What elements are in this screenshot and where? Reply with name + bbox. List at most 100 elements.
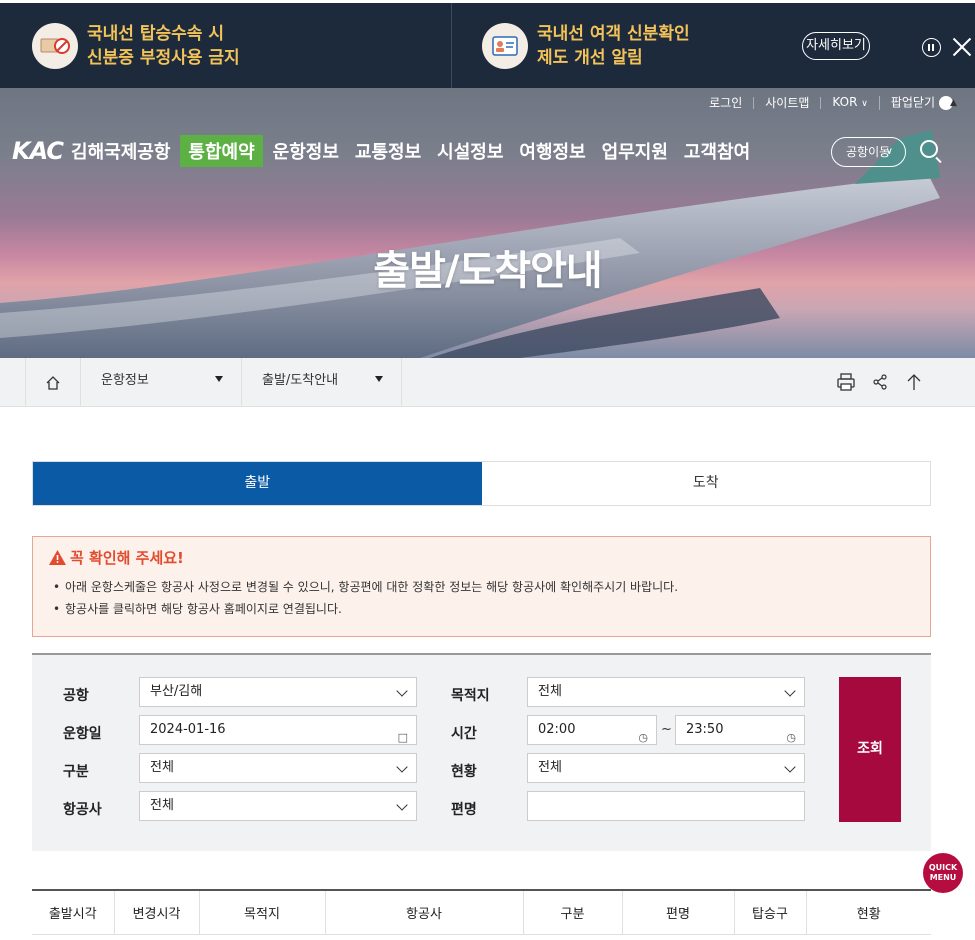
global-nav: KAC 김해국제공항 통합예약 운항정보 교통정보 시설정보 여행정보 업무지원… [12, 134, 758, 168]
quick-menu-line2: MENU [929, 873, 957, 882]
date-input[interactable]: 2024-01-16 □ [139, 715, 417, 745]
calendar-icon[interactable]: □ [398, 724, 408, 752]
type-select[interactable]: 전체 [139, 753, 417, 783]
clock-icon[interactable]: ◷ [786, 724, 796, 752]
menu-business-support[interactable]: 업무지원 [594, 135, 676, 167]
time-from-value: 02:00 [538, 722, 576, 737]
id-card-ban-icon [32, 22, 78, 69]
col-departure-time[interactable]: 출발시각 [32, 890, 114, 935]
airport-label: 공항 [63, 688, 89, 704]
flight-tabs: 출발 도착 [32, 461, 931, 506]
type-label: 구분 [63, 764, 89, 780]
chevron-down-icon [396, 761, 408, 773]
quick-menu-line1: QUICK [928, 863, 958, 872]
menu-transport-info[interactable]: 교통정보 [347, 135, 429, 167]
destination-select[interactable]: 전체 [527, 677, 805, 707]
chevron-down-icon [396, 685, 408, 697]
popup-close-link[interactable]: 팝업닫기 ▲ [880, 95, 957, 110]
chevron-down-icon [396, 799, 408, 811]
pause-icon[interactable] [922, 38, 941, 57]
language-label: KOR [832, 95, 858, 109]
time-to-input[interactable]: 23:50 ◷ [675, 715, 805, 745]
col-flight-number[interactable]: 편명 [621, 890, 734, 935]
flight-number-label: 편명 [451, 802, 477, 818]
chevron-down-icon [784, 685, 796, 697]
close-icon[interactable] [950, 35, 974, 59]
notice-box: 꼭 확인해 주세요! 아래 운항스케줄은 항공사 사정으로 변경될 수 있으니,… [32, 536, 931, 637]
flight-search-form: 공항 부산/김해 운항일 2024-01-16 □ 구분 전체 항공사 전체 목… [32, 653, 931, 851]
airline-select[interactable]: 전체 [139, 791, 417, 821]
popup-more-button[interactable]: 자세히보기 [802, 32, 870, 60]
notice-title: 꼭 확인해 주세요! [70, 549, 184, 567]
arrow-up-icon[interactable] [904, 372, 924, 392]
popup-item-id-misuse[interactable]: 국내선 탑승수속 시 신분증 부정사용 금지 [32, 3, 240, 88]
search-icon[interactable] [920, 140, 938, 158]
sitemap-link[interactable]: 사이트맵 [754, 97, 822, 109]
airport-move-label: 공항이동 [846, 145, 891, 159]
search-button[interactable]: 조회 [839, 677, 901, 822]
notice-item: 아래 운항스케줄은 항공사 사정으로 변경될 수 있으니, 항공편에 대한 정확… [49, 576, 914, 598]
page-tools [836, 372, 924, 392]
status-select[interactable]: 전체 [527, 753, 805, 783]
menu-travel-info[interactable]: 여행정보 [511, 135, 593, 167]
time-to-value: 23:50 [686, 722, 724, 737]
menu-flight-info[interactable]: 운항정보 [265, 135, 347, 167]
status-label: 현황 [451, 764, 477, 780]
breadcrumb-level1-label: 운항정보 [101, 373, 149, 388]
airport-move-button[interactable]: 공항이동 ∨ [831, 137, 906, 167]
col-type[interactable]: 구분 [522, 890, 622, 935]
chevron-down-icon: ∨ [861, 99, 868, 109]
clock-icon[interactable]: ◷ [638, 724, 648, 752]
date-label: 운항일 [63, 726, 102, 742]
time-from-input[interactable]: 02:00 ◷ [527, 715, 657, 745]
menu-facility-info[interactable]: 시설정보 [429, 135, 511, 167]
popup-banner: 국내선 탑승수속 시 신분증 부정사용 금지 국내선 여객 신분확인 제도 개선… [0, 0, 975, 88]
popup-divider [451, 3, 452, 88]
utility-nav: 로그인 사이트맵 KOR ∨ 팝업닫기 ▲ [698, 95, 957, 110]
kac-logo[interactable]: KAC [12, 137, 64, 165]
destination-label: 목적지 [451, 688, 490, 704]
menu-customer[interactable]: 고객참여 [676, 135, 758, 167]
breadcrumb-level1[interactable]: 운항정보 [81, 358, 242, 407]
col-status[interactable]: 현황 [805, 890, 931, 935]
col-changed-time[interactable]: 변경시각 [113, 890, 199, 935]
status-value: 전체 [538, 760, 562, 775]
home-icon[interactable] [25, 358, 81, 407]
print-icon[interactable] [836, 372, 856, 392]
airport-name[interactable]: 김해국제공항 [71, 138, 170, 164]
warning-icon [49, 550, 66, 565]
type-value: 전체 [150, 760, 174, 775]
notice-item: 항공사를 클릭하면 해당 항공사 홈페이지로 연결됩니다. [49, 598, 914, 620]
popup-item2-line2: 제도 개선 알림 [537, 47, 643, 68]
breadcrumb-level2[interactable]: 출발/도착안내 [242, 358, 402, 407]
airport-value: 부산/김해 [150, 684, 203, 699]
share-icon[interactable] [870, 372, 890, 392]
breadcrumb-level2-label: 출발/도착안내 [262, 373, 339, 388]
flight-number-input[interactable] [527, 791, 805, 821]
hero-visual: 로그인 사이트맵 KOR ∨ 팝업닫기 ▲ KAC 김해국제공항 통합예약 운항정… [0, 88, 975, 358]
destination-value: 전체 [538, 684, 562, 699]
tab-arrival[interactable]: 도착 [481, 462, 930, 505]
chevron-down-icon [784, 761, 796, 773]
col-destination[interactable]: 목적지 [198, 890, 325, 935]
quick-menu-button[interactable]: QUICK MENU [923, 853, 963, 893]
menu-integrated-booking[interactable]: 통합예약 [180, 135, 263, 167]
airplane-wing-image [0, 130, 940, 358]
date-value: 2024-01-16 [150, 722, 226, 737]
time-separator: ~ [661, 722, 672, 737]
col-airline[interactable]: 항공사 [324, 890, 523, 935]
popup-close-label: 팝업닫기 [890, 95, 935, 110]
popup-item1-line1: 국내선 탑승수속 시 [87, 23, 224, 44]
airline-value: 전체 [150, 798, 174, 813]
chevron-down-icon: ∨ [885, 146, 893, 157]
col-gate[interactable]: 탑승구 [733, 890, 806, 935]
popup-item-id-verify[interactable]: 국내선 여객 신분확인 제도 개선 알림 [482, 3, 690, 88]
tab-departure[interactable]: 출발 [33, 462, 482, 505]
page-title: 출발/도착안내 [373, 248, 602, 294]
id-card-icon [482, 22, 528, 69]
time-label: 시간 [451, 726, 477, 742]
language-select[interactable]: KOR ∨ [821, 95, 880, 110]
airport-select[interactable]: 부산/김해 [139, 677, 417, 707]
chevron-up-icon: ▲ [939, 96, 957, 110]
login-link[interactable]: 로그인 [698, 97, 755, 109]
